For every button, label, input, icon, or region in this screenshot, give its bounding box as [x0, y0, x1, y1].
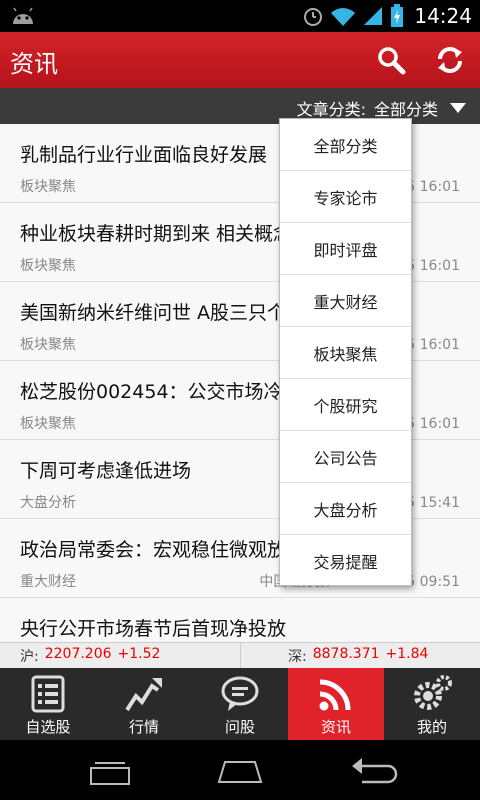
dropdown-option[interactable]: 全部分类: [280, 119, 411, 171]
news-title: 下周可考虑逢低进场: [20, 460, 192, 482]
dropdown-option[interactable]: 重大财经: [280, 275, 411, 327]
tab-label: 我的: [416, 718, 447, 736]
page-title: 资讯: [10, 50, 58, 78]
category-label: 文章分类:: [296, 100, 366, 119]
back-icon[interactable]: [348, 754, 398, 788]
index-change: +1.84: [385, 646, 429, 662]
tab-label: 自选股: [25, 718, 71, 736]
dropdown-option[interactable]: 交易提醒: [280, 535, 411, 587]
index-label: 深:: [288, 649, 307, 665]
dropdown-option[interactable]: 大盘分析: [280, 483, 411, 535]
dropdown-option[interactable]: 即时评盘: [280, 223, 411, 275]
index-ticker: 沪: 2207.206 +1.52 深: 8878.371 +1.84: [0, 642, 480, 669]
news-title: 种业板块春耕时期到来 相关概念股: [20, 223, 312, 245]
tab-me[interactable]: 我的: [384, 668, 480, 740]
rss-news-icon: [319, 679, 351, 711]
market-chart-icon: [125, 678, 162, 712]
tab-watchlist[interactable]: 自选股: [0, 668, 96, 740]
category-dropdown: 全部分类 专家论市 即时评盘 重大财经 板块聚焦 个股研究 公司公告 大盘分析 …: [279, 118, 412, 586]
gear-icon: [414, 675, 452, 710]
android-icon: [13, 7, 33, 24]
battery-icon: [391, 4, 404, 27]
tab-label: 行情: [128, 718, 159, 736]
shanghai-index: 沪: 2207.206 +1.52: [20, 646, 160, 666]
news-category: 大盘分析: [20, 495, 76, 511]
tab-ask[interactable]: 问股: [192, 668, 288, 740]
dropdown-option[interactable]: 专家论市: [280, 171, 411, 223]
watchlist-icon: [31, 675, 65, 713]
bottom-tab-bar: 自选股 行情 问股 资讯 我的: [0, 668, 480, 740]
list-item[interactable]: 央行公开市场春节后首现净投放: [0, 598, 480, 642]
index-value: 2207.206: [44, 646, 112, 662]
chat-bubble-icon: [221, 676, 259, 711]
search-icon[interactable]: [375, 44, 407, 76]
news-title: 乳制品行业行业面临良好发展: [20, 144, 268, 166]
signal-icon: [364, 7, 383, 25]
dropdown-option[interactable]: 个股研究: [280, 379, 411, 431]
dropdown-arrow-icon: [450, 103, 466, 113]
wifi-icon: [331, 8, 356, 26]
dropdown-option[interactable]: 板块聚焦: [280, 327, 411, 379]
system-nav-bar: [0, 740, 480, 800]
news-category: 重大财经: [20, 574, 76, 590]
index-change: +1.52: [117, 646, 161, 662]
shenzhen-index: 深: 8878.371 +1.84: [288, 646, 428, 666]
news-title: 央行公开市场春节后首现净投放: [20, 618, 287, 640]
tab-label: 资讯: [320, 718, 351, 736]
alarm-icon: [304, 8, 323, 26]
index-value: 8878.371: [312, 646, 380, 662]
recent-apps-icon[interactable]: [85, 754, 135, 788]
category-selected: 全部分类: [373, 100, 438, 119]
status-bar: 14:24: [0, 0, 480, 32]
news-category: 板块聚焦: [20, 258, 76, 274]
tab-news[interactable]: 资讯: [288, 668, 384, 740]
divider: [240, 643, 241, 669]
news-category: 板块聚焦: [20, 179, 76, 195]
news-category: 板块聚焦: [20, 416, 76, 432]
tab-label: 问股: [224, 718, 255, 736]
refresh-icon[interactable]: [434, 44, 466, 76]
clock: 14:24: [414, 4, 472, 28]
tab-market[interactable]: 行情: [96, 668, 192, 740]
dropdown-option[interactable]: 公司公告: [280, 431, 411, 483]
home-icon[interactable]: [215, 754, 265, 788]
news-category: 板块聚焦: [20, 337, 76, 353]
category-selector[interactable]: 文章分类: 全部分类: [297, 96, 466, 120]
header: 资讯: [0, 32, 480, 88]
index-label: 沪:: [20, 649, 39, 665]
